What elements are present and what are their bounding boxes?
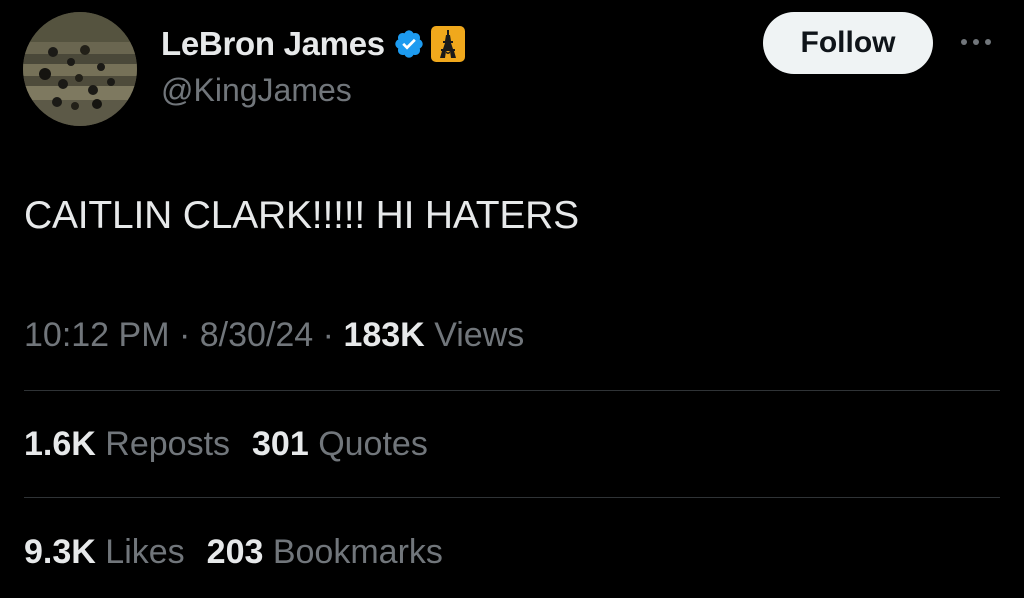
likes-label: Likes [105, 533, 185, 571]
follow-button[interactable]: Follow [763, 12, 933, 74]
reposts-stat[interactable]: 1.6K Reposts [24, 425, 230, 463]
stats-row-likes-bookmarks: 9.3K Likes 203 Bookmarks [24, 533, 443, 572]
reposts-count: 1.6K [24, 425, 96, 463]
divider [24, 497, 1000, 498]
author-name-row: LeBron James [161, 22, 465, 66]
likes-stat[interactable]: 9.3K Likes [24, 533, 185, 571]
avatar-image [23, 12, 137, 126]
likes-count: 9.3K [24, 533, 96, 571]
tweet-meta: 10:12 PM · 8/30/24 · 183K Views [24, 316, 524, 355]
quotes-label: Quotes [318, 425, 428, 463]
more-horizontal-icon [961, 39, 991, 45]
views-label: Views [434, 316, 525, 354]
more-options-button[interactable] [954, 28, 998, 56]
quotes-count: 301 [252, 425, 309, 463]
quotes-stat[interactable]: 301 Quotes [252, 425, 428, 463]
display-name[interactable]: LeBron James [161, 25, 385, 63]
tweet-text: CAITLIN CLARK!!!!! HI HATERS [24, 194, 579, 237]
meta-separator: · [178, 316, 191, 354]
tweet-time[interactable]: 10:12 PM [24, 316, 170, 354]
views-count: 183K [343, 316, 425, 354]
meta-separator: · [322, 316, 334, 354]
verified-check-icon[interactable] [393, 28, 425, 60]
eiffel-tower-icon[interactable] [430, 26, 465, 62]
user-handle[interactable]: @KingJames [161, 72, 352, 109]
reposts-label: Reposts [105, 425, 231, 463]
avatar[interactable] [23, 12, 137, 126]
tweet-date[interactable]: 8/30/24 [200, 316, 313, 354]
divider [24, 390, 1000, 391]
stats-row-reposts-quotes: 1.6K Reposts 301 Quotes [24, 425, 428, 464]
bookmarks-label: Bookmarks [272, 533, 443, 571]
bookmarks-count: 203 [206, 533, 264, 571]
bookmarks-stat[interactable]: 203 Bookmarks [207, 533, 443, 571]
